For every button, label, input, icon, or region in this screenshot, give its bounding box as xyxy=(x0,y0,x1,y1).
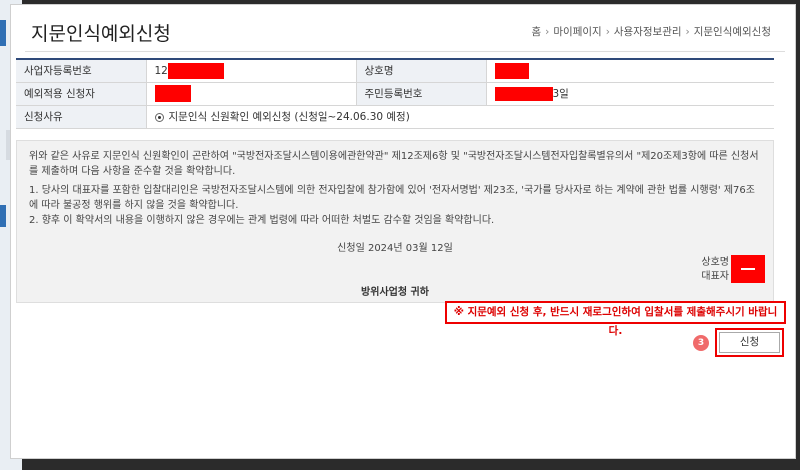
pledge-intro: 위와 같은 사유로 지문인식 신원확인이 곤란하여 "국방전자조달시스템이용에관… xyxy=(29,151,759,177)
pledge-box: 위와 같은 사유로 지문인식 신원확인이 곤란하여 "국방전자조달시스템이용에관… xyxy=(16,140,774,303)
breadcrumb-current: 지문인식예외신청 xyxy=(693,26,771,38)
company-label: 상호명 xyxy=(701,257,729,268)
radio-selected-icon[interactable] xyxy=(154,112,164,122)
redaction xyxy=(494,62,529,79)
table-row: 예외적용 신청자 주민등록번호 3일 xyxy=(16,81,774,106)
screen: ‹ 지문인식예외신청 홈›마이페이지›사용자정보관리›지문인식예외신청 사업자등… xyxy=(0,0,800,470)
applicant-label: 예외적용 신청자 xyxy=(16,81,147,106)
pledge-item-1: 1. 당사의 대표자를 포함한 입찰대리인은 국방전자조달시스템에 의한 전자입… xyxy=(29,185,755,211)
reason-value[interactable]: 지문인식 신원확인 예외신청 (신청일~24.06.30 예정) xyxy=(146,104,774,129)
redaction xyxy=(154,85,191,102)
submit-button[interactable]: 신청 xyxy=(719,332,780,353)
breadcrumb-home[interactable]: 홈 xyxy=(532,26,542,38)
redaction xyxy=(167,62,224,79)
page-title: 지문인식예외신청 xyxy=(31,23,171,45)
applicant-info-table: 사업자등록번호 12 상호명 예외적용 신청자 주민등록번호 3일 신청사유 지… xyxy=(16,58,774,129)
company-name-value xyxy=(486,58,774,83)
background-accent xyxy=(0,205,6,227)
resident-no-value: 3일 xyxy=(486,81,774,106)
divider xyxy=(25,51,785,52)
relogin-notice: ※ 지문예외 신청 후, 반드시 재로그인하여 입찰서를 제출해주시기 바랍니다… xyxy=(445,301,786,337)
breadcrumb: 홈 › 마이페이지 › 사용자정보관리 › 지문인식예외신청 xyxy=(531,26,772,38)
biz-reg-no-value: 12 xyxy=(146,58,357,83)
company-name-label: 상호명 xyxy=(356,58,487,83)
addressee: 방위사업청 귀하 xyxy=(361,287,429,298)
table-row: 신청사유 지문인식 신원확인 예외신청 (신청일~24.06.30 예정) xyxy=(16,104,774,129)
seal-redaction xyxy=(731,255,765,283)
pledge-item-2: 2. 향후 이 확약서의 내용을 이행하지 않은 경우에는 관계 법령에 따라 … xyxy=(29,215,495,226)
application-date: 신청일 2024년 03월 12일 xyxy=(337,243,453,254)
applicant-value xyxy=(146,81,357,106)
redaction xyxy=(494,87,553,101)
reason-label: 신청사유 xyxy=(16,104,147,129)
step-badge: 3 xyxy=(693,335,709,351)
representative-label: 대표자 xyxy=(701,271,729,282)
background-accent xyxy=(0,20,6,46)
breadcrumb-user-info[interactable]: 사용자정보관리 xyxy=(614,26,682,38)
biz-reg-no-label: 사업자등록번호 xyxy=(16,58,147,83)
resident-no-label: 주민등록번호 xyxy=(356,81,487,106)
table-row: 사업자등록번호 12 상호명 xyxy=(16,58,774,83)
breadcrumb-mypage[interactable]: 마이페이지 xyxy=(553,26,601,38)
